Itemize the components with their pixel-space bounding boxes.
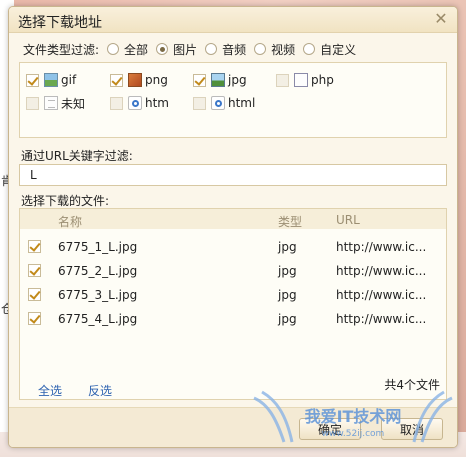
unknown-file-icon [44, 96, 58, 110]
type-jpg[interactable]: jpg [193, 72, 247, 88]
file-list-header: 名称 类型 URL [20, 209, 446, 229]
type-php[interactable]: php [276, 72, 334, 88]
file-row[interactable]: 6775_1_L.jpg jpg http://www.ic... [20, 236, 446, 258]
type-label: jpg [228, 73, 247, 87]
radio-icon [205, 43, 218, 55]
jpg-file-icon [211, 73, 225, 87]
select-all-link[interactable]: 全选 [38, 382, 62, 399]
checkbox-icon [26, 96, 39, 110]
radio-label: 音频 [222, 42, 247, 57]
file-name: 6775_2_L.jpg [58, 264, 138, 278]
radio-label: 自定义 [320, 42, 357, 57]
checkbox-icon [193, 96, 206, 110]
radio-images[interactable]: 图片 [156, 41, 197, 58]
checkbox-icon [276, 73, 289, 87]
type-gif[interactable]: gif [26, 72, 76, 88]
checkbox-icon [110, 73, 123, 87]
file-row[interactable]: 6775_3_L.jpg jpg http://www.ic... [20, 284, 446, 306]
column-header-name[interactable]: 名称 [58, 213, 82, 230]
php-file-icon [294, 73, 308, 87]
radio-label: 视频 [271, 42, 296, 57]
url-filter-input[interactable] [19, 164, 447, 186]
checkbox-icon[interactable] [28, 312, 41, 325]
file-url: http://www.ic... [336, 240, 427, 254]
file-list: 名称 类型 URL 6775_1_L.jpg jpg http://www.ic… [19, 208, 447, 400]
radio-label: 图片 [173, 42, 198, 57]
htm-file-icon [128, 96, 142, 110]
radio-icon [254, 43, 267, 55]
file-url: http://www.ic... [336, 312, 427, 326]
file-type-filter-row: 文件类型过滤: 全部 图片 音频 视频 自定义 [23, 41, 364, 57]
type-unknown[interactable]: 未知 [26, 95, 85, 111]
radio-icon [107, 43, 120, 55]
file-types-panel: gif png jpg php 未知 htm html [19, 62, 447, 138]
radio-custom[interactable]: 自定义 [303, 41, 356, 58]
cancel-button[interactable]: 取消 [381, 418, 443, 440]
radio-selected-icon [156, 43, 169, 55]
file-url: http://www.ic... [336, 288, 427, 302]
url-filter-label: 通过URL关键字过滤: [21, 149, 133, 163]
gif-file-icon [44, 73, 58, 87]
file-type: jpg [278, 240, 297, 254]
type-html[interactable]: html [193, 95, 255, 111]
radio-label: 全部 [124, 42, 149, 57]
file-count: 共4个文件 [384, 378, 440, 392]
checkbox-icon[interactable] [28, 240, 41, 253]
radio-all[interactable]: 全部 [107, 41, 148, 58]
checkbox-icon [26, 73, 39, 87]
type-htm[interactable]: htm [110, 95, 169, 111]
checkbox-icon[interactable] [28, 264, 41, 277]
invert-selection-link[interactable]: 反选 [88, 382, 112, 399]
file-name: 6775_3_L.jpg [58, 288, 138, 302]
type-png[interactable]: png [110, 72, 168, 88]
file-name: 6775_4_L.jpg [58, 312, 138, 326]
html-file-icon [211, 96, 225, 110]
files-label: 选择下载的文件: [21, 194, 110, 208]
radio-audio[interactable]: 音频 [205, 41, 246, 58]
checkbox-icon [193, 73, 206, 87]
radio-icon [303, 43, 316, 55]
file-name: 6775_1_L.jpg [58, 240, 138, 254]
file-type: jpg [278, 264, 297, 278]
png-file-icon [128, 73, 142, 87]
dialog-title: 选择下载地址 [18, 15, 102, 31]
checkbox-icon [110, 96, 123, 110]
close-icon[interactable]: ✕ [433, 11, 449, 27]
file-row[interactable]: 6775_2_L.jpg jpg http://www.ic... [20, 260, 446, 282]
file-type: jpg [278, 312, 297, 326]
type-label: php [311, 73, 334, 87]
type-label: htm [145, 96, 169, 110]
dialog-titlebar: 选择下载地址 ✕ [9, 7, 457, 33]
dialog-footer: 确定 取消 [9, 407, 457, 447]
checkbox-icon[interactable] [28, 288, 41, 301]
file-row[interactable]: 6775_4_L.jpg jpg http://www.ic... [20, 308, 446, 330]
type-label: png [145, 73, 168, 87]
radio-video[interactable]: 视频 [254, 41, 295, 58]
type-label: gif [61, 73, 77, 87]
filter-label: 文件类型过滤: [23, 42, 100, 57]
type-label: 未知 [61, 96, 86, 111]
ok-button[interactable]: 确定 [299, 418, 361, 440]
column-header-url[interactable]: URL [336, 213, 360, 227]
type-label: html [228, 96, 256, 110]
column-header-type[interactable]: 类型 [278, 213, 302, 230]
download-dialog: 选择下载地址 ✕ 文件类型过滤: 全部 图片 音频 视频 自定义 gif png… [8, 6, 458, 448]
file-type: jpg [278, 288, 297, 302]
file-url: http://www.ic... [336, 264, 427, 278]
